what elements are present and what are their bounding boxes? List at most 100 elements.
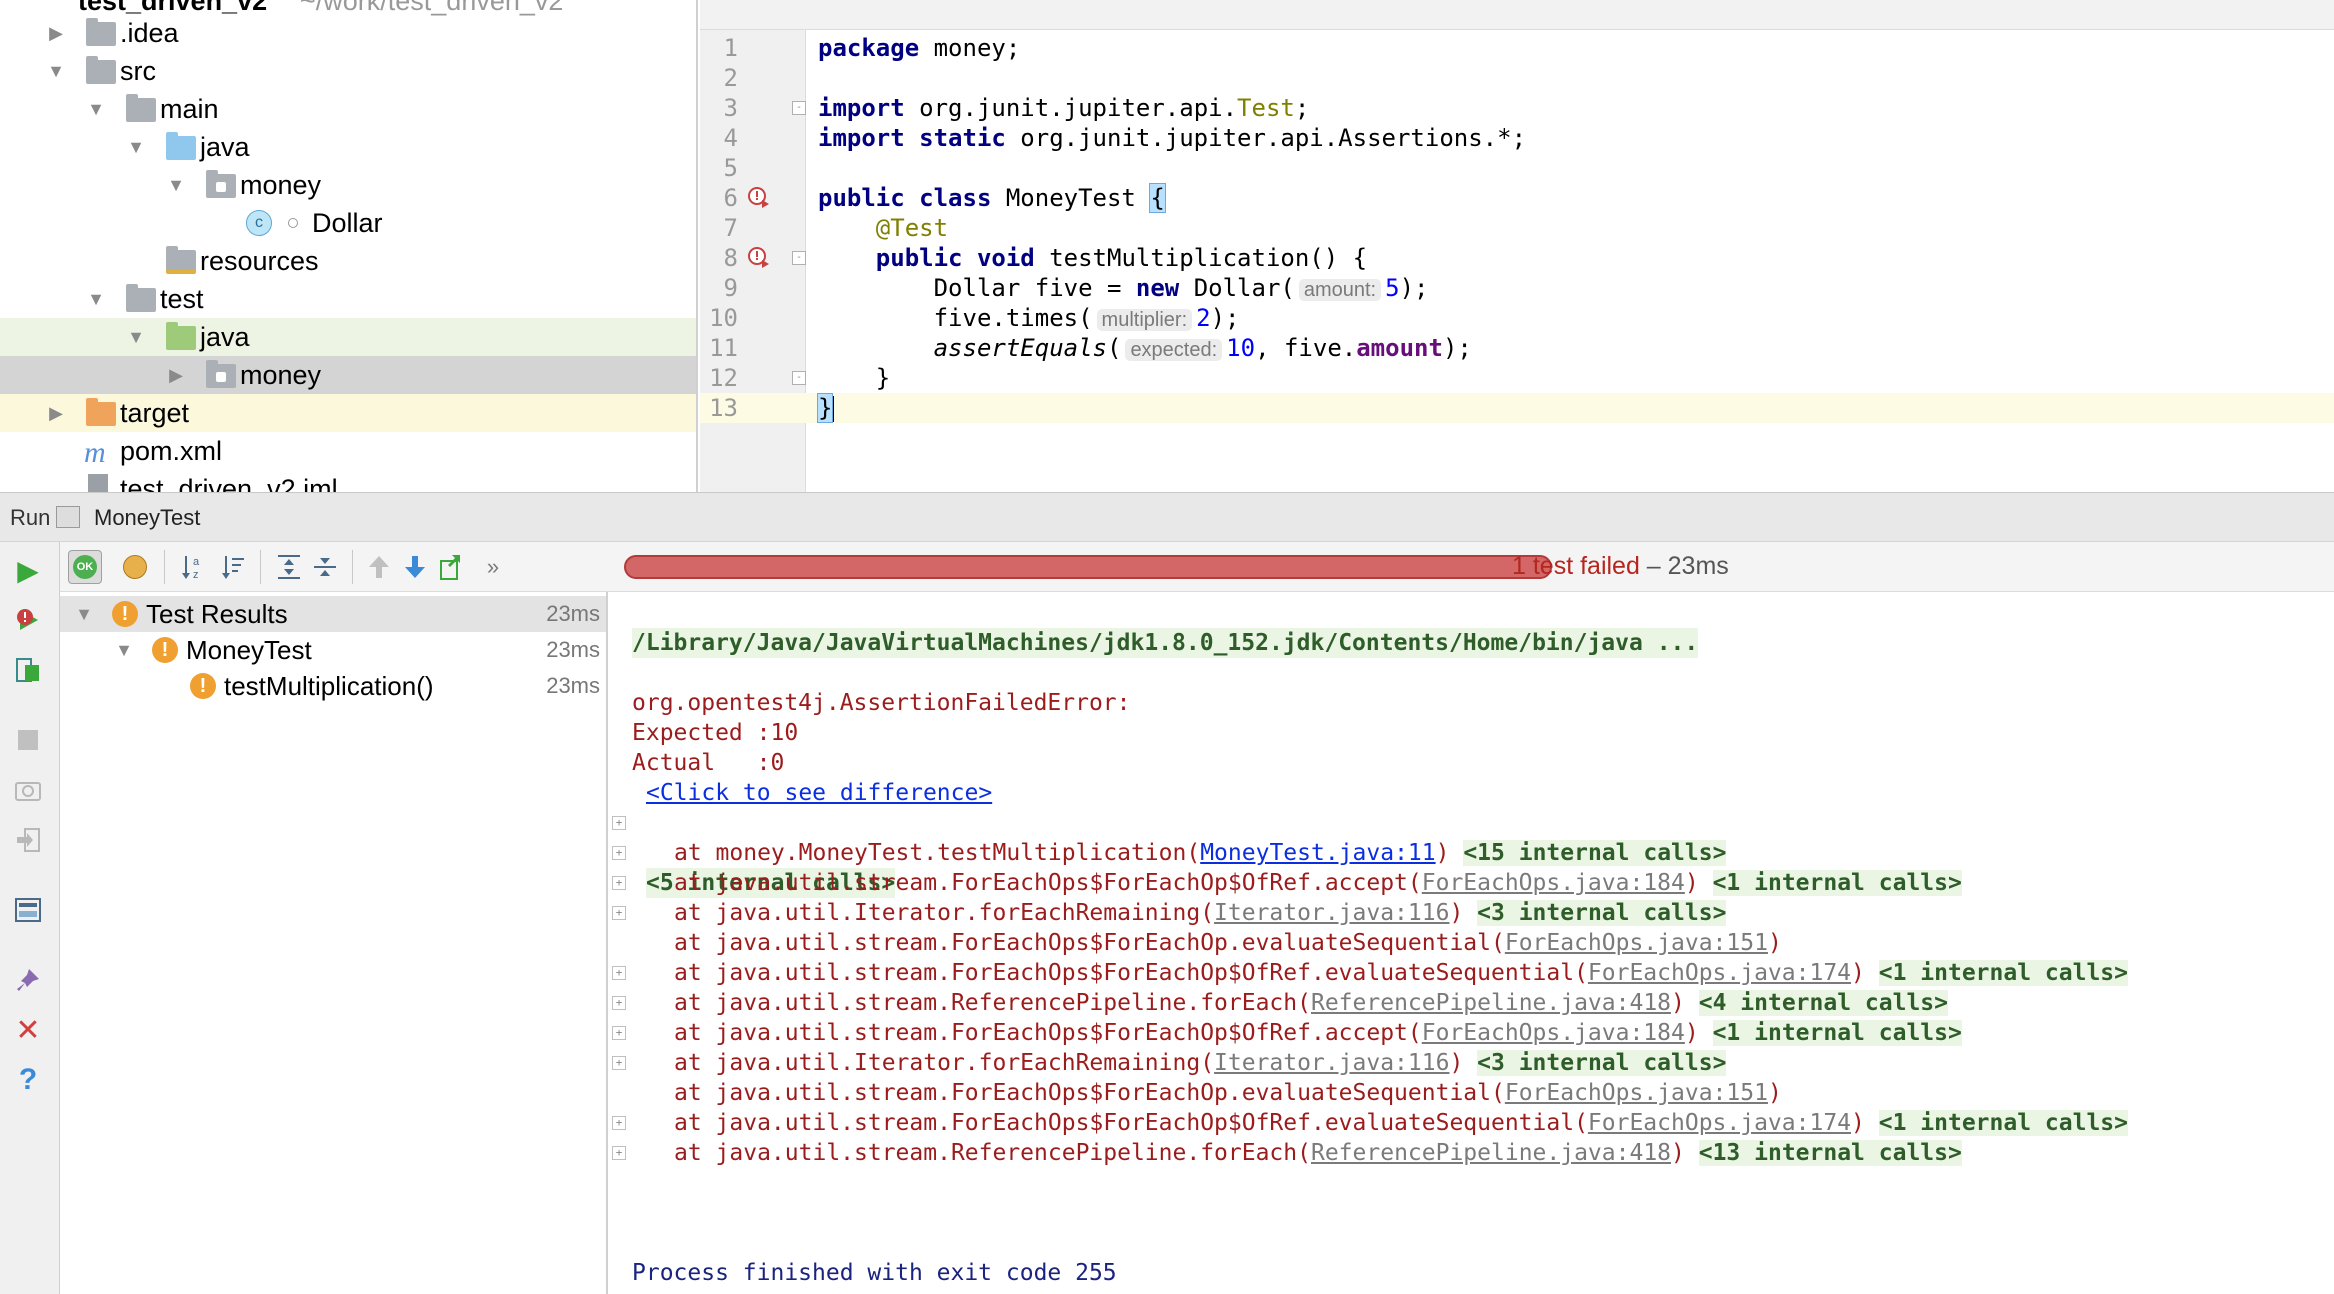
expand-icon[interactable]: + xyxy=(612,1026,626,1040)
result-row-class[interactable]: ▼ ! MoneyTest 23ms xyxy=(60,632,606,668)
internal-calls[interactable]: <4 internal calls> xyxy=(1698,990,1948,1016)
tree-item-pom[interactable]: m pom.xml xyxy=(0,432,696,470)
command-line[interactable]: /Library/Java/JavaVirtualMachines/jdk1.8… xyxy=(632,628,1699,658)
internal-calls[interactable]: <15 internal calls> xyxy=(1463,840,1727,866)
more-actions-icon[interactable]: » xyxy=(476,550,510,584)
tree-item-main-java[interactable]: ▼ java xyxy=(0,128,696,166)
internal-calls[interactable]: <1 internal calls> xyxy=(1712,870,1962,896)
run-test-failed-icon[interactable] xyxy=(748,247,770,269)
tree-item-test-money[interactable]: ▶ money xyxy=(0,356,696,394)
help-icon[interactable]: ? xyxy=(10,1062,46,1098)
source-link[interactable]: ForEachOps.java:184 xyxy=(1422,870,1685,896)
see-difference-link[interactable]: <Click to see difference> xyxy=(646,778,992,808)
tree-item-test[interactable]: ▼ test xyxy=(0,280,696,318)
internal-calls[interactable]: <1 internal calls> xyxy=(1712,1020,1962,1046)
tree-item-target[interactable]: ▶ target xyxy=(0,394,696,432)
code-line[interactable]: 6 public class MoneyTest { xyxy=(700,183,2334,213)
expand-icon[interactable]: + xyxy=(612,846,626,860)
code-line[interactable]: 4 import static org.junit.jupiter.api.As… xyxy=(700,123,2334,153)
expand-icon[interactable]: + xyxy=(612,1146,626,1160)
chevron-right-icon[interactable]: ▶ xyxy=(166,365,186,385)
chevron-right-icon[interactable]: ▶ xyxy=(46,403,66,423)
tree-item-test-java[interactable]: ▼ java xyxy=(0,318,696,356)
expand-icon[interactable]: + xyxy=(612,876,626,890)
chevron-down-icon[interactable]: ▼ xyxy=(46,61,66,81)
chevron-down-icon[interactable]: ▼ xyxy=(126,327,146,347)
code-line[interactable]: 5 xyxy=(700,153,2334,183)
expand-icon[interactable]: + xyxy=(612,906,626,920)
run-test-failed-icon[interactable] xyxy=(748,187,770,209)
fold-icon[interactable]: - xyxy=(792,251,806,265)
internal-calls[interactable]: <3 internal calls> xyxy=(1477,900,1727,926)
collapse-all-icon[interactable] xyxy=(308,550,342,584)
source-link[interactable]: Iterator.java:116 xyxy=(1214,1050,1449,1076)
expand-icon[interactable]: + xyxy=(612,1056,626,1070)
rerun-icon[interactable]: ▶ xyxy=(10,552,46,588)
code-line[interactable]: 2 xyxy=(700,63,2334,93)
code-line[interactable]: 7 @Test xyxy=(700,213,2334,243)
expand-icon[interactable]: + xyxy=(612,966,626,980)
toggle-auto-test-icon[interactable] xyxy=(10,652,46,688)
code-line[interactable]: 9 Dollar five = new Dollar(amount: 5); xyxy=(700,273,2334,303)
chevron-down-icon[interactable]: ▼ xyxy=(114,640,134,660)
close-icon[interactable]: ✕ xyxy=(10,1012,46,1048)
chevron-down-icon[interactable]: ▼ xyxy=(74,604,94,624)
fold-icon[interactable]: - xyxy=(792,101,806,115)
stop-icon[interactable] xyxy=(10,722,46,758)
code-line[interactable]: 8 - public void testMultiplication() { xyxy=(700,243,2334,273)
fold-icon[interactable]: - xyxy=(792,371,806,385)
previous-failed-icon[interactable] xyxy=(362,550,396,584)
show-ignored-icon[interactable] xyxy=(118,550,152,584)
code-line[interactable]: 10 five.times(multiplier: 2); xyxy=(700,303,2334,333)
layout-icon[interactable] xyxy=(10,892,46,928)
internal-calls[interactable]: <13 internal calls> xyxy=(1698,1140,1962,1166)
export-results-icon[interactable] xyxy=(434,550,468,584)
internal-calls[interactable]: <3 internal calls> xyxy=(1477,1050,1727,1076)
source-link[interactable]: Iterator.java:116 xyxy=(1214,900,1449,926)
tree-item-dollar[interactable]: c Dollar xyxy=(0,204,696,242)
chevron-right-icon[interactable]: ▶ xyxy=(46,23,66,43)
expand-icon[interactable]: + xyxy=(612,996,626,1010)
code-line[interactable]: 12 - } xyxy=(700,363,2334,393)
source-link[interactable]: ForEachOps.java:184 xyxy=(1422,1020,1685,1046)
sort-by-duration-icon[interactable] xyxy=(216,550,250,584)
pin-icon[interactable] xyxy=(10,962,46,998)
tree-item-main-money[interactable]: ▼ money xyxy=(0,166,696,204)
result-row-root[interactable]: ▼ ! Test Results 23ms xyxy=(60,596,606,632)
next-failed-icon[interactable] xyxy=(398,550,432,584)
result-row-method[interactable]: ! testMultiplication() 23ms xyxy=(60,668,606,704)
console-output[interactable]: /Library/Java/JavaVirtualMachines/jdk1.8… xyxy=(610,592,2334,1294)
source-link[interactable]: ReferencePipeline.java:418 xyxy=(1311,1140,1671,1166)
source-link[interactable]: ForEachOps.java:151 xyxy=(1505,930,1768,956)
source-link[interactable]: ReferencePipeline.java:418 xyxy=(1311,990,1671,1016)
source-link[interactable]: ForEachOps.java:174 xyxy=(1588,1110,1851,1136)
internal-calls[interactable]: <1 internal calls> xyxy=(1878,1110,2128,1136)
sort-alphabetically-icon[interactable]: az xyxy=(176,550,210,584)
code-editor[interactable]: 1 package money; 2 3 - import org.junit.… xyxy=(700,0,2334,492)
chevron-down-icon[interactable]: ▼ xyxy=(166,175,186,195)
expand-icon[interactable]: + xyxy=(612,816,626,830)
chevron-down-icon[interactable]: ▼ xyxy=(86,99,106,119)
expand-all-icon[interactable] xyxy=(272,550,306,584)
code-line[interactable]: 3 - import org.junit.jupiter.api.Test; xyxy=(700,93,2334,123)
tree-item-main[interactable]: ▼ main xyxy=(0,90,696,128)
internal-calls[interactable]: <1 internal calls> xyxy=(1878,960,2128,986)
rerun-failed-icon[interactable] xyxy=(10,602,46,638)
tree-item-idea[interactable]: ▶ .idea xyxy=(0,14,696,52)
source-link[interactable]: ForEachOps.java:174 xyxy=(1588,960,1851,986)
code-line[interactable]: 11 assertEquals(expected: 10, five.amount… xyxy=(700,333,2334,363)
tree-item-iml[interactable]: test_driven_v2.iml xyxy=(0,470,696,492)
camera-icon[interactable] xyxy=(10,772,46,808)
code-line-current[interactable]: 13 } xyxy=(700,393,2334,423)
source-link[interactable]: ForEachOps.java:151 xyxy=(1505,1080,1768,1106)
show-passed-toggle[interactable]: OK xyxy=(68,550,102,584)
source-link[interactable]: MoneyTest.java:11 xyxy=(1200,840,1435,866)
chevron-down-icon[interactable]: ▼ xyxy=(86,289,106,309)
run-tab-moneytest[interactable]: MoneyTest xyxy=(94,505,200,531)
tree-item-src[interactable]: ▼ src xyxy=(0,52,696,90)
import-tests-icon[interactable] xyxy=(10,822,46,858)
tree-item-resources[interactable]: resources xyxy=(0,242,696,280)
expand-icon[interactable]: + xyxy=(612,1116,626,1130)
chevron-down-icon[interactable]: ▼ xyxy=(126,137,146,157)
code-line[interactable]: 1 package money; xyxy=(700,33,2334,63)
